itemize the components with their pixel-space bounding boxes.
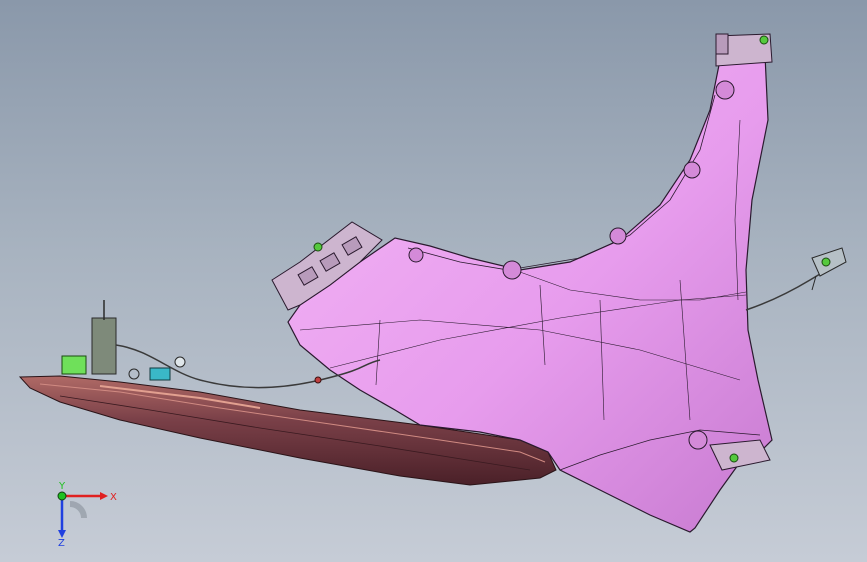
x-axis-arrowhead xyxy=(100,492,108,500)
triad-plane-hint xyxy=(69,501,87,519)
y-axis-label: Y xyxy=(58,481,66,492)
x-axis-label: X xyxy=(110,492,117,503)
z-axis-arrowhead xyxy=(58,530,66,538)
axis-triad: X Y Z xyxy=(57,481,117,548)
harness-bracket[interactable] xyxy=(61,300,186,381)
top-mount-bracket[interactable] xyxy=(715,33,773,67)
z-axis-label: Z xyxy=(58,538,65,548)
cad-viewport[interactable]: X Y Z xyxy=(0,0,867,562)
rear-connector[interactable] xyxy=(811,247,847,291)
y-axis-dot xyxy=(57,491,67,501)
3d-model-scene[interactable] xyxy=(0,0,867,562)
